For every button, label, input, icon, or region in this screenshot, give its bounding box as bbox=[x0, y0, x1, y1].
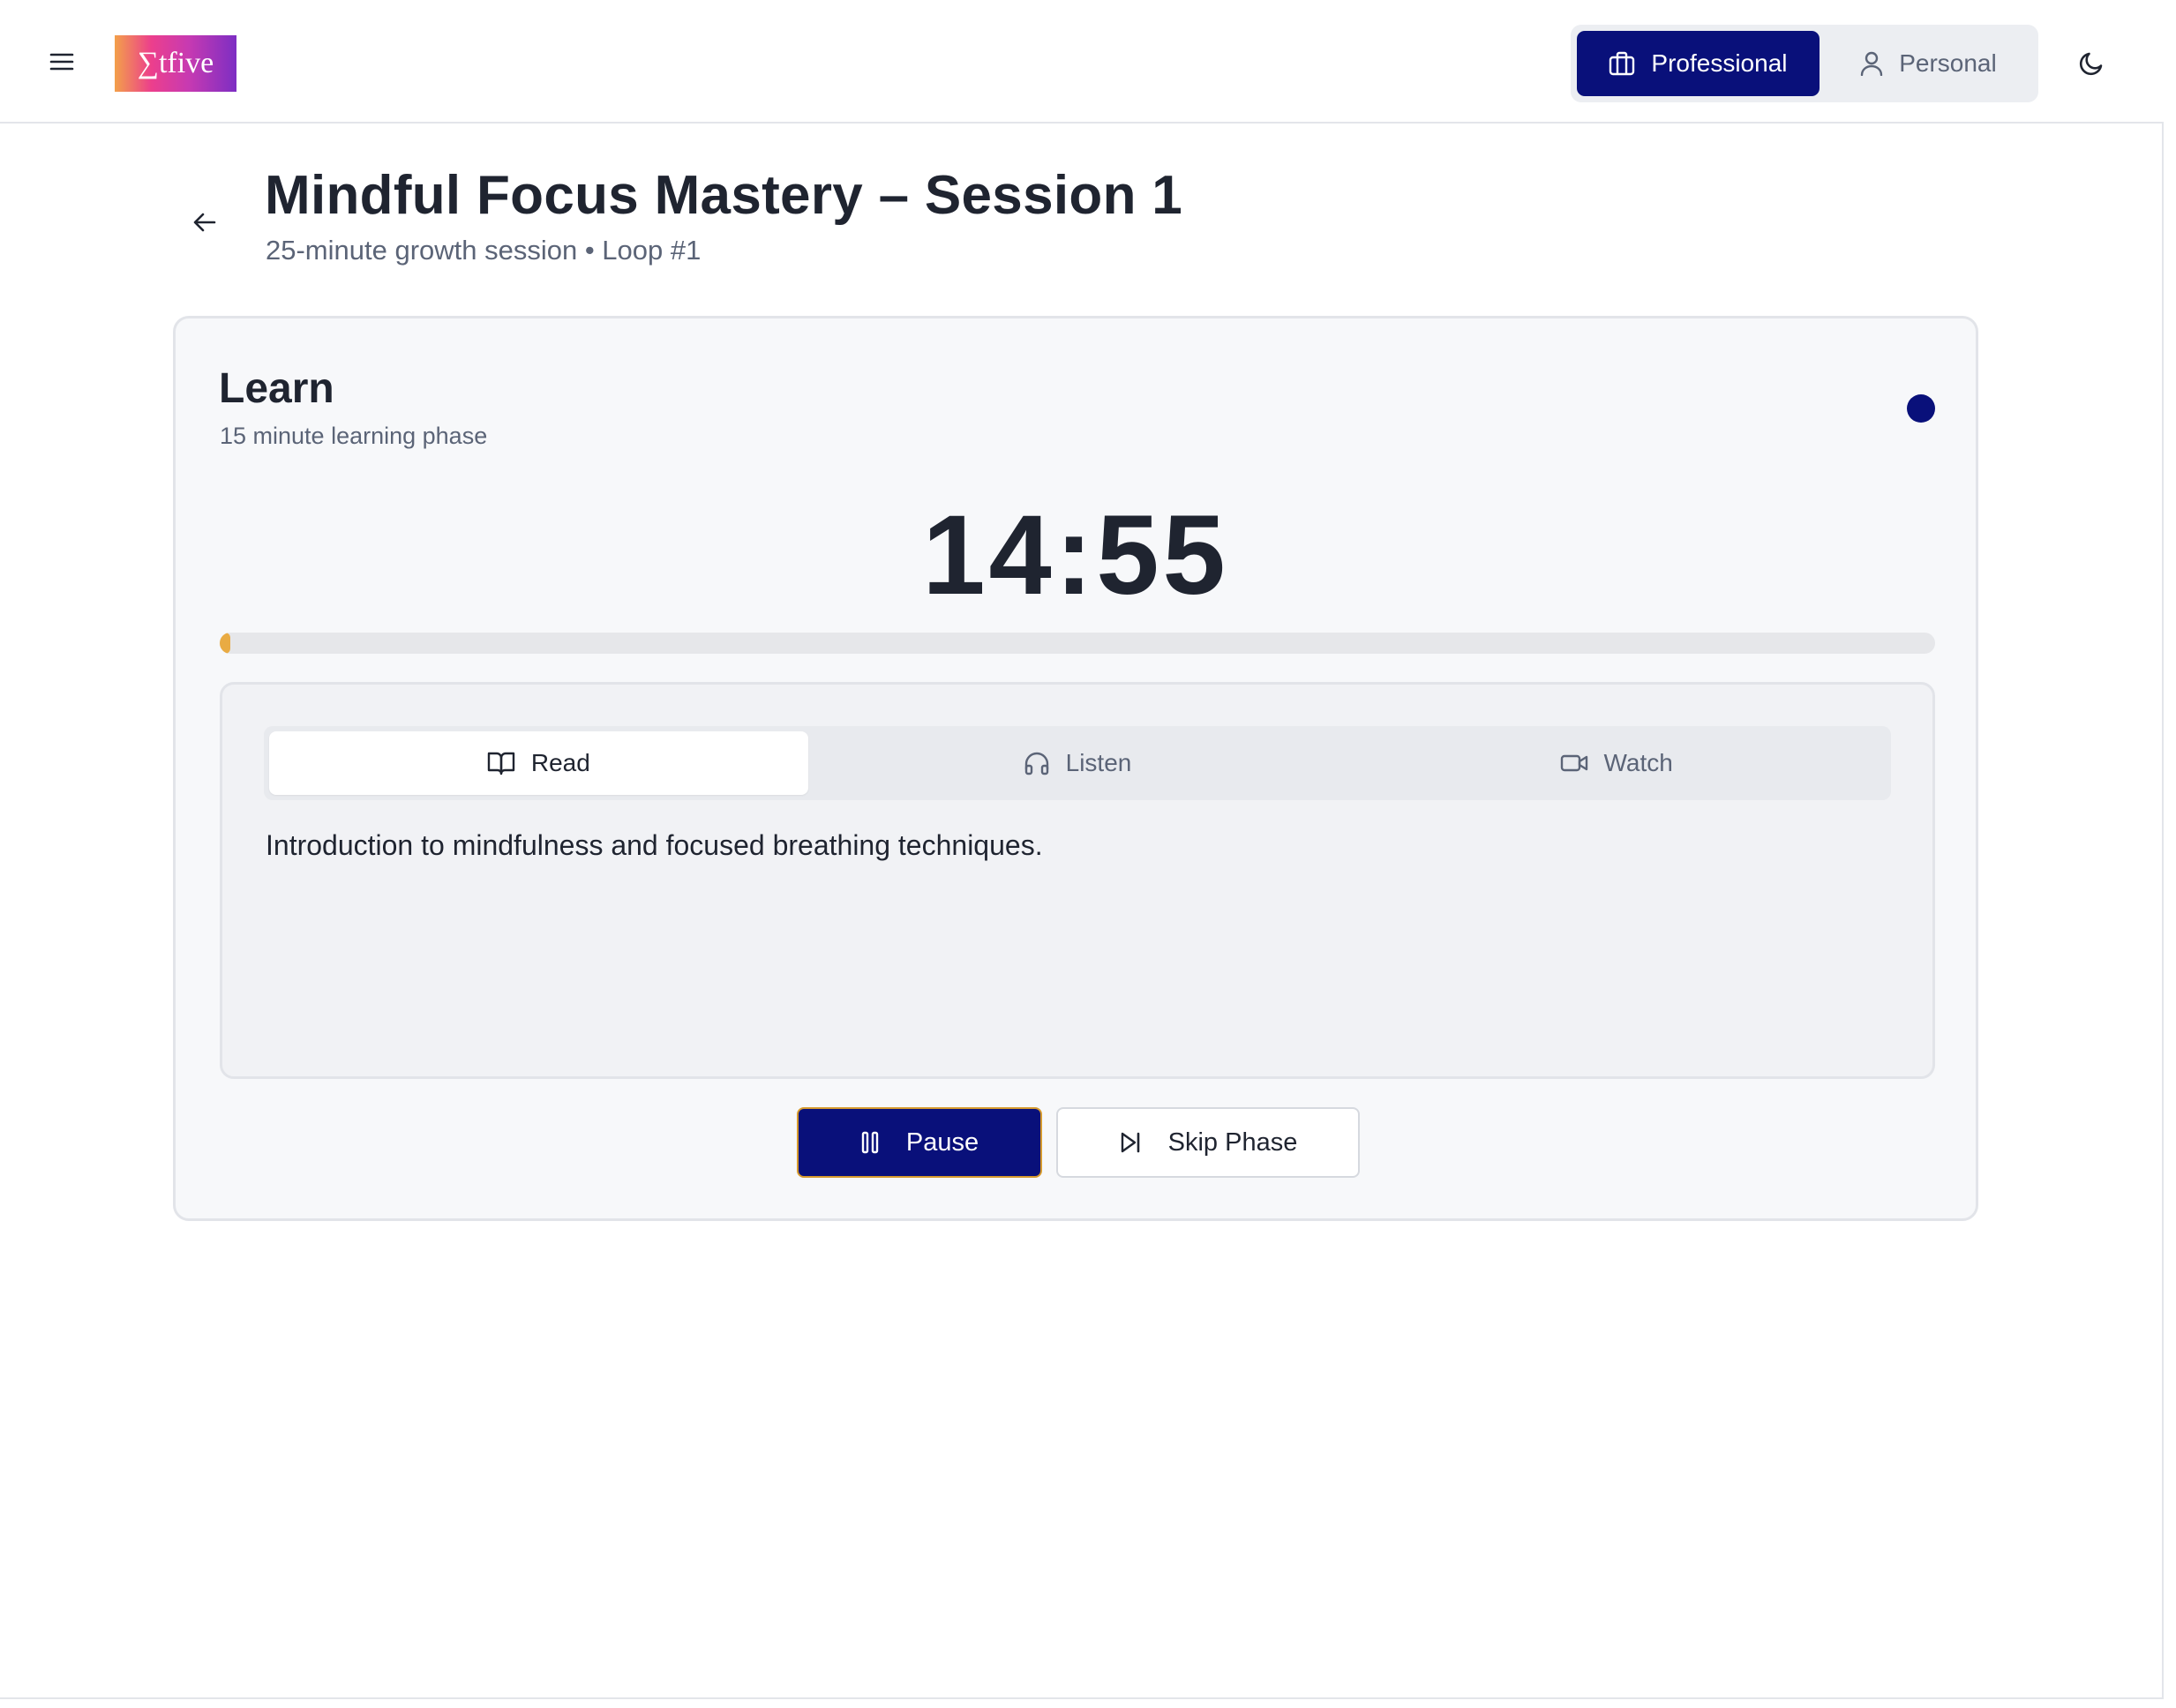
logo[interactable]: ∑tfive bbox=[115, 35, 236, 92]
hamburger-menu-icon bbox=[49, 52, 74, 71]
content-tabs: Read Listen Watch bbox=[264, 726, 1891, 800]
content-panel: Read Listen Watch Introduction to mindfu… bbox=[220, 682, 1935, 1079]
phase-title: Learn bbox=[219, 365, 334, 412]
top-bar: ∑tfive Professional Personal bbox=[0, 0, 2164, 124]
skip-phase-button[interactable]: Skip Phase bbox=[1056, 1107, 1360, 1178]
tab-watch-label: Watch bbox=[1603, 749, 1673, 776]
pause-icon bbox=[860, 1131, 880, 1154]
briefcase-icon bbox=[1609, 51, 1635, 76]
mode-switch: Professional Personal bbox=[1571, 25, 2038, 102]
tab-read[interactable]: Read bbox=[269, 731, 808, 795]
tab-read-label: Read bbox=[530, 749, 590, 776]
pause-label: Pause bbox=[905, 1127, 979, 1157]
book-open-icon bbox=[487, 751, 515, 775]
phase-description: 15 minute learning phase bbox=[220, 423, 488, 449]
phase-status-dot bbox=[1907, 394, 1935, 423]
countdown-timer: 14:55 bbox=[922, 492, 1229, 618]
skip-forward-icon bbox=[1119, 1131, 1142, 1154]
page-subtitle: 25-minute growth session • Loop #1 bbox=[266, 235, 702, 266]
theme-toggle-button[interactable] bbox=[2074, 46, 2109, 81]
tab-watch[interactable]: Watch bbox=[1347, 731, 1886, 795]
professional-mode-button[interactable]: Professional bbox=[1577, 31, 1820, 96]
page-title: Mindful Focus Mastery – Session 1 bbox=[265, 165, 1183, 226]
arrow-left-icon bbox=[193, 212, 216, 233]
tab-listen[interactable]: Listen bbox=[808, 731, 1347, 795]
video-camera-icon bbox=[1560, 753, 1588, 774]
phase-progress-fill bbox=[220, 633, 230, 654]
app-frame: ∑tfive Professional Personal Mindful Foc… bbox=[0, 0, 2164, 1699]
reading-content: Introduction to mindfulness and focused … bbox=[266, 829, 1043, 861]
skip-phase-label: Skip Phase bbox=[1167, 1127, 1298, 1157]
logo-text: ∑tfive bbox=[137, 47, 214, 79]
professional-mode-label: Professional bbox=[1651, 49, 1788, 77]
personal-mode-button[interactable]: Personal bbox=[1825, 31, 2032, 96]
headphones-icon bbox=[1024, 751, 1050, 775]
phase-card: Learn 15 minute learning phase 14:55 Rea… bbox=[173, 316, 1978, 1221]
back-button[interactable] bbox=[187, 205, 222, 240]
pause-button[interactable]: Pause bbox=[797, 1107, 1042, 1178]
menu-button[interactable] bbox=[44, 44, 79, 79]
tab-listen-label: Listen bbox=[1065, 749, 1132, 776]
phase-progress-bar bbox=[220, 633, 1935, 654]
user-icon bbox=[1860, 51, 1883, 76]
personal-mode-label: Personal bbox=[1899, 49, 1997, 77]
moon-icon bbox=[2078, 50, 2105, 77]
